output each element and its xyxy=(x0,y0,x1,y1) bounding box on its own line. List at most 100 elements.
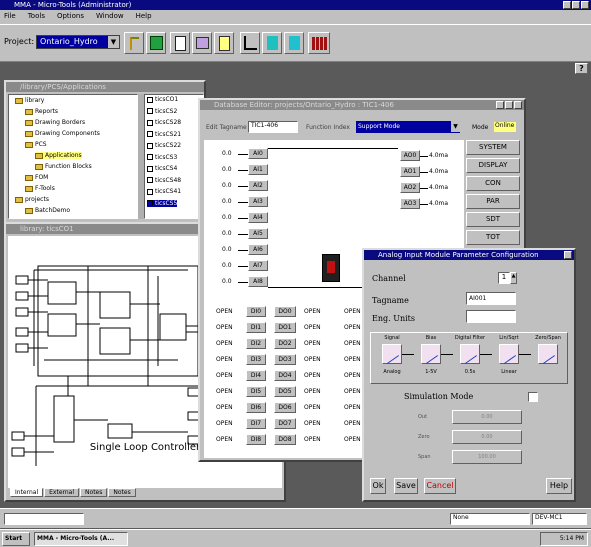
app-list-item[interactable]: ticsCS3 xyxy=(147,154,177,161)
rack-tool-button[interactable] xyxy=(308,32,330,54)
sim-field-value[interactable]: 0.00 xyxy=(452,430,522,444)
stage-graph-icon[interactable] xyxy=(460,344,480,364)
stage-graph-icon[interactable] xyxy=(382,344,402,364)
chevron-down-icon[interactable]: ▼ xyxy=(108,36,119,48)
tree-tool-button[interactable] xyxy=(124,32,144,54)
checkbox-icon[interactable] xyxy=(147,165,153,172)
side-button[interactable]: CON xyxy=(466,176,520,191)
tree-item[interactable]: Applications xyxy=(35,152,82,159)
tree-item[interactable]: BatchDemo xyxy=(25,207,70,214)
di-block[interactable]: DI2 xyxy=(246,338,266,349)
close-icon[interactable] xyxy=(564,251,572,259)
tool3-button[interactable] xyxy=(284,32,304,54)
app-list-item[interactable]: ticsCS28 xyxy=(147,119,181,126)
tagname-field[interactable]: AI001 xyxy=(466,292,516,305)
do-block[interactable]: DO2 xyxy=(274,338,296,349)
save-button[interactable]: Save xyxy=(394,478,418,494)
checkbox-icon[interactable] xyxy=(147,108,153,114)
edit-tagname-field[interactable]: TIC1-406 xyxy=(248,121,298,133)
tree-item[interactable]: F-Tools xyxy=(25,185,55,192)
tree-item[interactable]: Function Blocks xyxy=(35,163,92,170)
di-block[interactable]: DI1 xyxy=(246,322,266,333)
channel-field[interactable]: 1 xyxy=(498,272,510,284)
do-block[interactable]: DO3 xyxy=(274,354,296,365)
minimize-icon[interactable] xyxy=(563,1,571,9)
cancel-button[interactable]: Cancel xyxy=(424,478,456,494)
di-block[interactable]: DI3 xyxy=(246,354,266,365)
di-block[interactable]: DI6 xyxy=(246,402,266,413)
tab-external[interactable]: External xyxy=(44,488,80,497)
di-block[interactable]: DI4 xyxy=(246,370,266,381)
do-block[interactable]: DO6 xyxy=(274,402,296,413)
channel-spinner[interactable]: ▲ xyxy=(510,272,517,284)
ao-block[interactable]: AO1 xyxy=(400,166,420,177)
help-button[interactable]: ? xyxy=(575,63,588,74)
app-list-item[interactable]: ticsCS41 xyxy=(147,188,181,195)
stage-graph-icon[interactable] xyxy=(421,344,441,364)
tree-item[interactable]: Drawing Borders xyxy=(25,119,85,126)
app-list-item[interactable]: ticsCO1 xyxy=(147,96,178,103)
ai-block[interactable]: AI7 xyxy=(248,260,268,271)
menu-options[interactable]: Options xyxy=(57,12,84,22)
tree-item[interactable]: library xyxy=(15,97,44,104)
function-index-select[interactable]: Support Mode ▼ xyxy=(356,121,460,133)
note-tool-button[interactable] xyxy=(214,32,234,54)
ai-block[interactable]: AI6 xyxy=(248,244,268,255)
menu-window[interactable]: Window xyxy=(96,12,124,22)
checkbox-icon[interactable] xyxy=(147,142,153,149)
chevron-down-icon[interactable]: ▼ xyxy=(451,121,460,132)
app-list-item[interactable]: ticsCS5 xyxy=(147,199,178,207)
maximize-icon[interactable] xyxy=(505,101,513,109)
app-list-item[interactable]: ticsCS21 xyxy=(147,131,181,138)
tree-item[interactable]: PCS xyxy=(25,141,47,148)
doc-tool-button[interactable] xyxy=(170,32,190,54)
checkbox-icon[interactable] xyxy=(147,96,153,103)
eng-units-field[interactable] xyxy=(466,310,516,323)
tree-item[interactable]: projects xyxy=(15,196,49,203)
side-button[interactable]: PAR xyxy=(466,194,520,209)
tree-item[interactable]: Drawing Components xyxy=(25,130,100,137)
help-dialog-button[interactable]: Help xyxy=(546,478,572,494)
ai-block[interactable]: AI4 xyxy=(248,212,268,223)
close-icon[interactable] xyxy=(581,1,589,9)
tree-item[interactable]: Reports xyxy=(25,108,58,115)
menu-file[interactable]: File xyxy=(4,12,16,22)
checkbox-icon[interactable] xyxy=(147,188,153,195)
di-block[interactable]: DI0 xyxy=(246,306,266,317)
side-button[interactable]: SYSTEM xyxy=(466,140,520,155)
taskbar-task[interactable]: MMA - Micro-Tools (A... xyxy=(34,532,128,546)
ok-button[interactable]: Ok xyxy=(370,478,386,494)
close-icon[interactable] xyxy=(514,101,522,109)
ai-block[interactable]: AI3 xyxy=(248,196,268,207)
do-block[interactable]: DO4 xyxy=(274,370,296,381)
menu-help[interactable]: Help xyxy=(136,12,152,22)
di-block[interactable]: DI7 xyxy=(246,418,266,429)
minimize-icon[interactable] xyxy=(496,101,504,109)
di-block[interactable]: DI5 xyxy=(246,386,266,397)
tool2-button[interactable] xyxy=(262,32,282,54)
do-block[interactable]: DO8 xyxy=(274,434,296,445)
side-button[interactable]: SDT xyxy=(466,212,520,227)
do-block[interactable]: DO1 xyxy=(274,322,296,333)
tab-internal[interactable]: Internal xyxy=(10,488,44,497)
app-list-item[interactable]: ticsCS22 xyxy=(147,142,181,149)
ai-block[interactable]: AI5 xyxy=(248,228,268,239)
app-list-item[interactable]: ticsCS4 xyxy=(147,165,177,172)
do-block[interactable]: DO7 xyxy=(274,418,296,429)
ai-block[interactable]: AI8 xyxy=(248,276,268,287)
app-list-item[interactable]: ticsCS48 xyxy=(147,177,181,184)
do-block[interactable]: DO0 xyxy=(274,306,296,317)
stage-graph-icon[interactable] xyxy=(538,344,558,364)
tree-item[interactable]: FOM xyxy=(25,174,48,181)
ai-block[interactable]: AI0 xyxy=(248,148,268,159)
sim-mode-checkbox[interactable] xyxy=(528,392,538,402)
block-tool-button[interactable] xyxy=(146,32,166,54)
menu-tools[interactable]: Tools xyxy=(28,12,45,22)
di-block[interactable]: DI8 xyxy=(246,434,266,445)
print-tool-button[interactable] xyxy=(192,32,212,54)
side-button[interactable]: DISPLAY xyxy=(466,158,520,173)
project-select[interactable]: Ontario_Hydro ▼ xyxy=(36,35,120,49)
checkbox-icon[interactable] xyxy=(147,119,153,126)
sim-field-value[interactable]: 0.00 xyxy=(452,410,522,424)
checkbox-icon[interactable] xyxy=(147,177,153,183)
